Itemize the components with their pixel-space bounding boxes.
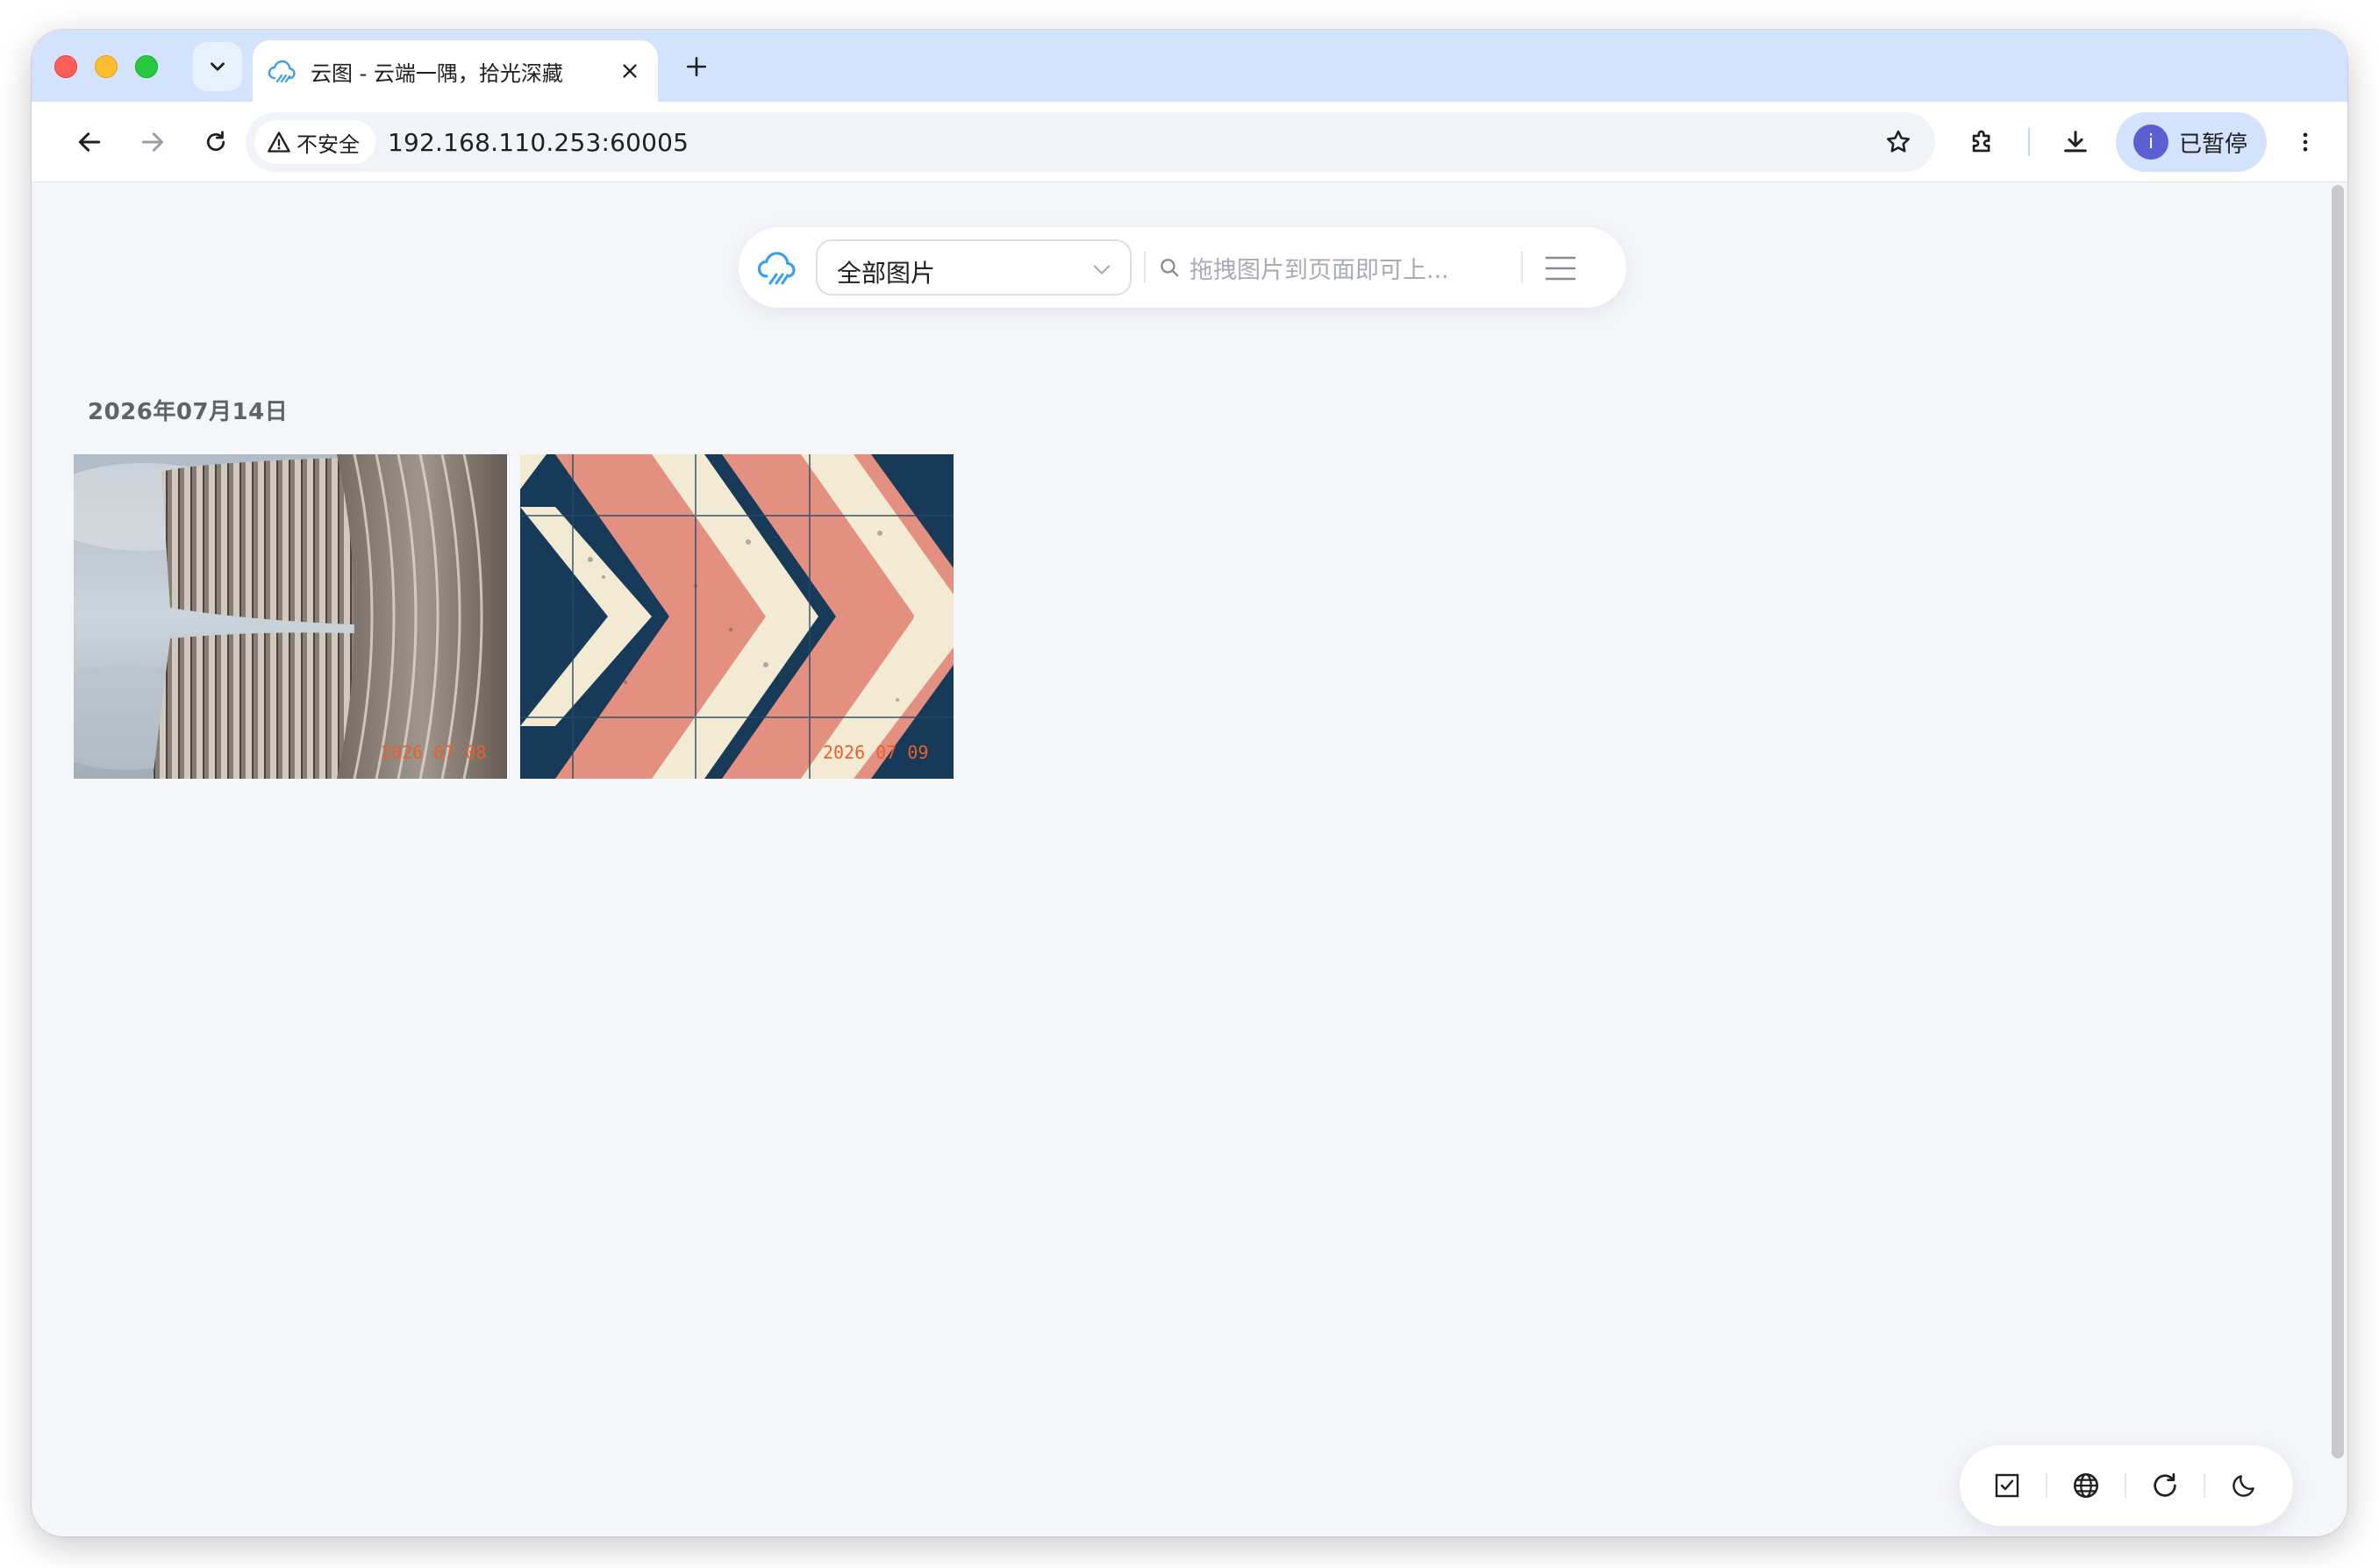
filter-selected-value: 全部图片 [837,259,936,288]
action-divider [2125,1473,2126,1498]
scrollbar[interactable] [2332,185,2344,1458]
plus-icon [686,56,707,77]
page-content: 全部图片 拖拽图片到页面即可上... 2026年07月14日 2026 07 0… [32,183,2347,1536]
back-button[interactable] [68,121,111,163]
star-icon [1887,130,1910,153]
arrow-right-icon [141,132,164,152]
search-upload-input[interactable]: 拖拽图片到页面即可上... [1158,239,1509,296]
reload-button[interactable] [195,121,237,163]
graffiti-photo: 2026 07 09 [520,454,954,779]
site-info-chip[interactable]: 不安全 [254,120,375,164]
floating-action-bar [1960,1445,2293,1526]
photo-thumbnail[interactable]: 2026 07 08 [74,454,507,779]
browser-toolbar: 不安全 192.168.110.253:60005 i 已暂停 [32,102,2347,182]
minimize-window-button[interactable] [95,55,118,78]
profile-button[interactable]: i 已暂停 [2116,112,2267,172]
topbar-divider [1144,252,1146,283]
globe-icon [2073,1472,2099,1499]
extensions-button[interactable] [1961,121,2004,163]
chevron-down-icon [211,62,225,71]
moon-icon [2233,1475,2254,1497]
browser-menu-button[interactable] [2284,121,2326,163]
search-icon [1161,259,1179,277]
avatar: i [2133,125,2168,160]
action-divider [2046,1473,2047,1498]
downloads-button[interactable] [2054,121,2097,163]
building-photo: 2026 07 08 [74,454,507,779]
date-group-heading: 2026年07月14日 [88,399,289,425]
address-bar[interactable]: 不安全 192.168.110.253:60005 [246,112,1935,172]
chevron-down-icon [1093,265,1111,274]
photo-thumbnail[interactable]: 2026 07 09 [520,454,954,779]
new-tab-button[interactable] [677,47,716,86]
arrow-left-icon [78,132,101,152]
refresh-button[interactable] [2144,1465,2186,1507]
browser-window: 云图 - 云端一隅，拾光深藏 不安全 192.168.110.253:60005… [32,30,2347,1536]
search-placeholder: 拖拽图片到页面即可上... [1190,256,1449,284]
bookmark-button[interactable] [1877,121,1919,163]
photo-date-stamp: 2026 07 09 [823,742,928,763]
tab-title: 云图 - 云端一隅，拾光深藏 [311,61,563,86]
more-vertical-icon [2303,132,2308,152]
forward-button[interactable] [132,121,174,163]
reload-icon [206,131,225,152]
topbar-divider [1521,252,1523,283]
active-tab[interactable]: 云图 - 云端一隅，拾光深藏 [253,40,658,102]
security-label: 不安全 [296,132,360,157]
download-icon [2064,131,2087,153]
close-tab-button[interactable] [614,55,646,87]
maximize-window-button[interactable] [135,55,158,78]
tab-search-button[interactable] [193,42,242,91]
select-mode-button[interactable] [1986,1465,2028,1507]
dark-mode-button[interactable] [2223,1465,2265,1507]
image-filter-select[interactable]: 全部图片 [816,239,1132,296]
profile-status: 已暂停 [2179,131,2248,158]
language-button[interactable] [2065,1465,2107,1507]
menu-button[interactable] [1540,248,1581,289]
photo-date-stamp: 2026 07 08 [381,742,486,763]
close-icon [623,64,637,78]
url-text[interactable]: 192.168.110.253:60005 [388,128,689,157]
toolbar-divider [2028,128,2030,156]
app-top-bar: 全部图片 拖拽图片到页面即可上... [739,227,1626,308]
action-divider [2204,1473,2205,1498]
checkbox-icon [1995,1473,2019,1498]
puzzle-icon [1972,130,1990,153]
cloud-logo-icon [268,60,296,83]
warning-icon [268,132,290,153]
cloud-logo-icon [757,252,796,285]
close-window-button[interactable] [54,55,77,78]
tab-strip: 云图 - 云端一隅，拾光深藏 [32,30,2347,102]
refresh-icon [2154,1472,2176,1497]
hamburger-menu-icon [1545,256,1576,281]
